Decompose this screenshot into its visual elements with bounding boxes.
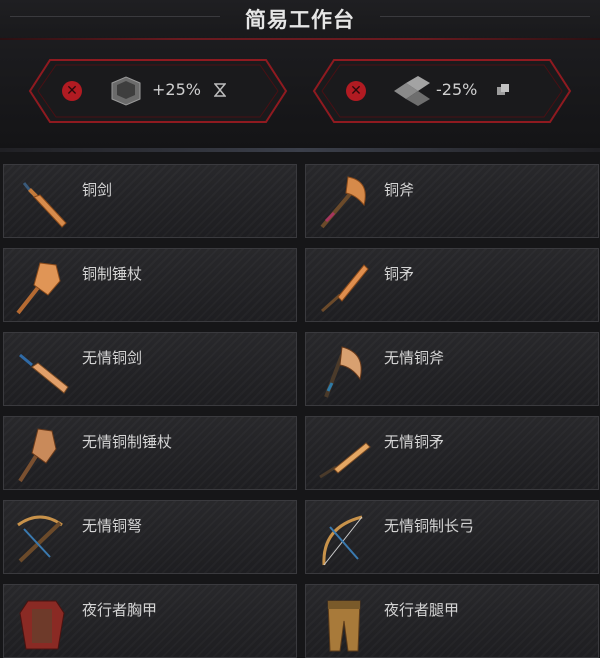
cost-bonus[interactable]: ✕ -25% xyxy=(312,58,572,124)
ruthless-copper-mace-icon xyxy=(18,428,57,483)
copper-mace-icon xyxy=(16,262,61,315)
ruthless-copper-spear-icon xyxy=(319,442,371,479)
copper-axe-icon xyxy=(320,176,366,229)
ruthless-copper-sword-icon xyxy=(19,353,69,394)
ingot-stack-icon xyxy=(394,76,430,106)
recipe-card[interactable]: 无情铜剑 xyxy=(3,332,297,406)
recipe-card[interactable]: 铜制锤杖 xyxy=(3,248,297,322)
close-icon[interactable]: ✕ xyxy=(62,81,82,101)
recipe-name: 铜剑 xyxy=(82,181,113,199)
workbench-header: 简易工作台 xyxy=(0,0,600,40)
recipe-name: 铜制锤杖 xyxy=(82,265,143,283)
ruthless-copper-longbow-icon xyxy=(322,515,363,566)
nightwalker-chestplate-icon xyxy=(19,600,65,650)
copper-sword-icon xyxy=(22,182,67,228)
recipe-name: 无情铜制长弓 xyxy=(384,517,475,535)
recipe-card[interactable]: 铜斧 xyxy=(305,164,599,238)
recipe-name: 夜行者胸甲 xyxy=(82,601,158,619)
close-icon[interactable]: ✕ xyxy=(346,81,366,101)
recipe-card[interactable]: 无情铜斧 xyxy=(305,332,599,406)
recipe-name: 铜矛 xyxy=(384,265,415,283)
copper-spear-icon xyxy=(321,264,369,313)
ruthless-copper-crossbow-icon xyxy=(17,515,63,563)
nightwalker-leggings-icon xyxy=(327,600,361,652)
recipe-name: 铜斧 xyxy=(384,181,415,199)
recipe-card[interactable]: 无情铜制锤杖 xyxy=(3,416,297,490)
metal-box-icon xyxy=(111,76,141,106)
speed-bonus[interactable]: ✕ +25% xyxy=(28,58,288,124)
recipe-card[interactable]: 无情铜弩 xyxy=(3,500,297,574)
speed-bonus-value: +25% xyxy=(152,80,201,99)
recipe-card[interactable]: 无情铜制长弓 xyxy=(305,500,599,574)
hourglass-icon xyxy=(214,83,226,97)
recipe-name: 无情铜矛 xyxy=(384,433,445,451)
recipe-card[interactable]: 铜剑 xyxy=(3,164,297,238)
recipe-name: 夜行者腿甲 xyxy=(384,601,460,619)
resource-icon xyxy=(497,84,509,95)
recipe-card[interactable]: 铜矛 xyxy=(305,248,599,322)
recipe-name: 无情铜制锤杖 xyxy=(82,433,173,451)
recipe-card[interactable]: 无情铜矛 xyxy=(305,416,599,490)
cost-bonus-value: -25% xyxy=(436,80,478,99)
recipe-name: 无情铜斧 xyxy=(384,349,445,367)
recipe-name: 无情铜弩 xyxy=(82,517,143,535)
bonus-bar-edge xyxy=(0,148,600,152)
page-title: 简易工作台 xyxy=(245,8,355,32)
recipe-name: 无情铜剑 xyxy=(82,349,143,367)
bonus-bar: ✕ +25% ✕ -25% xyxy=(0,40,600,152)
ruthless-copper-axe-icon xyxy=(324,346,362,398)
